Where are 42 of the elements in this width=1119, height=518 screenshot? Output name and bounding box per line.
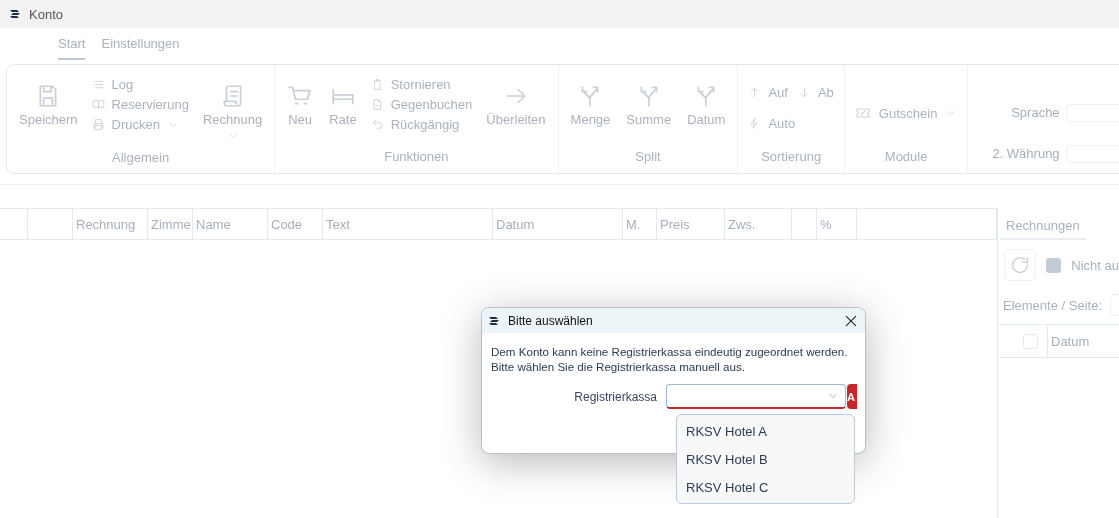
tab[interactable]: Einstellungen: [101, 35, 180, 60]
field-label: Registrierkassa: [573, 389, 658, 404]
column-header: Name: [193, 209, 268, 239]
group-label: Allgemein: [111, 150, 171, 167]
app-logo-icon: [9, 8, 21, 20]
column-header: Text: [323, 209, 493, 239]
column-header: M.: [623, 209, 657, 239]
dialog-title: Bitte auswählen: [508, 313, 594, 328]
tab[interactable]: Rechnungen: [1000, 217, 1086, 240]
column-header: Code: [268, 209, 323, 239]
group-label: Funktionen: [383, 149, 450, 166]
dropdown-option[interactable]: RKSV Hotel A: [677, 417, 854, 445]
printer-icon: [91, 118, 105, 131]
error-badge: A: [847, 384, 857, 409]
dropdown-field[interactable]: [666, 384, 846, 409]
group-label: Split: [634, 149, 662, 166]
dropdown-option[interactable]: RKSV Hotel C: [677, 473, 854, 501]
page-size-label: Elemente / Seite:: [1003, 297, 1102, 313]
column-header: Preis: [657, 209, 725, 239]
column-header: Zws.: [725, 209, 792, 239]
window-title: Konto: [29, 6, 63, 22]
refresh-button[interactable]: [1004, 249, 1037, 281]
checkbox[interactable]: [1046, 257, 1062, 273]
app-logo-icon: [488, 314, 500, 327]
column-header: Zimme: [148, 209, 193, 239]
tab[interactable]: Start: [58, 35, 86, 60]
group-label: Module: [883, 149, 929, 166]
group-label: Sortierung: [760, 149, 823, 166]
ticket-icon: [854, 105, 871, 121]
column-header: %: [817, 209, 857, 239]
column-header: Rechnung: [73, 209, 148, 239]
list-icon: [91, 78, 105, 91]
dropdown-option[interactable]: RKSV Hotel B: [677, 445, 854, 473]
undo-icon: [370, 118, 384, 131]
book-icon: [91, 98, 105, 111]
field-label: Sprache: [1010, 105, 1060, 120]
column-header: Datum: [493, 209, 623, 239]
column-header: Datum: [1050, 333, 1091, 349]
checkbox-label: Nicht au: [1071, 257, 1119, 273]
dialog-message: Dem Konto kann keine Registrierkassa eindeutig zugeordnet werden. Bitte wählen Sie die Registrierkassa manuell aus.: [491, 344, 849, 374]
field-label: 2. Währung: [992, 146, 1060, 161]
checkbox[interactable]: [1023, 333, 1038, 349]
